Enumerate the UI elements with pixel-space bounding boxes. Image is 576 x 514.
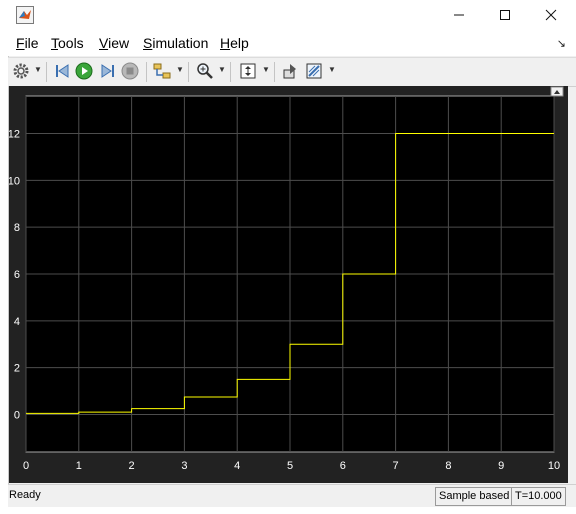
y-tick-label: 12 [9,128,20,140]
autoscale-icon[interactable] [238,61,258,81]
y-tick-label: 2 [14,363,20,375]
toolbar: ▼ ▼ ▼ ▼ ▼ [8,57,576,87]
step-forward-icon[interactable] [98,61,118,81]
y-tick-label: 10 [9,175,20,187]
x-tick-label: 10 [548,460,560,472]
toolbar-separator [46,62,47,82]
y-tick-label: 0 [14,410,20,422]
stop-icon[interactable] [120,61,140,81]
run-icon[interactable] [74,61,94,81]
x-tick-label: 3 [181,460,187,472]
gear-dropdown-icon[interactable]: ▼ [34,65,42,74]
simulation-time-indicator: T=10.000 [511,487,566,506]
toolbar-separator [230,62,231,82]
signal-select-dropdown-icon[interactable]: ▼ [176,65,184,74]
gear-icon[interactable] [11,61,31,81]
x-tick-label: 7 [393,460,399,472]
signal-select-icon[interactable] [152,61,172,81]
y-tick-label: 8 [14,222,20,234]
sample-mode-indicator: Sample based [435,487,514,506]
toolbar-separator [188,62,189,82]
x-tick-label: 1 [76,460,82,472]
status-ready-text: Ready [9,489,41,501]
menu-tools[interactable]: Tools [51,35,84,51]
close-button[interactable] [528,0,574,30]
style-icon[interactable] [304,61,324,81]
minimize-button[interactable] [436,0,482,30]
x-tick-label: 2 [129,460,135,472]
zoom-icon[interactable] [195,61,215,81]
title-bar [8,0,576,31]
autoscale-dropdown-icon[interactable]: ▼ [262,65,270,74]
menu-bar: File Tools View Simulation Help ↘ [8,31,576,56]
scope-window: File Tools View Simulation Help ↘ ▼ ▼ ▼ … [0,0,576,514]
step-back-icon[interactable] [52,61,72,81]
toolbar-separator [274,62,275,82]
menu-simulation[interactable]: Simulation [143,35,208,51]
undock-arrow-icon[interactable]: ↘ [557,37,566,50]
x-tick-label: 4 [234,460,240,472]
maximize-button[interactable] [482,0,528,30]
y-tick-label: 6 [14,269,20,281]
maximize-icon [500,10,510,20]
menu-help[interactable]: Help [220,35,249,51]
scope-display[interactable]: 0 1 2 3 4 5 6 7 8 9 10 0 2 4 6 8 10 12 [9,86,568,483]
scope-plot: 0 1 2 3 4 5 6 7 8 9 10024681012 [9,86,564,472]
x-tick-label: 9 [498,460,504,472]
x-tick-label: 6 [340,460,346,472]
matlab-logo-icon [16,6,34,24]
undock-axes-icon[interactable] [550,86,564,97]
highlight-block-icon[interactable] [280,61,300,81]
y-tick-label: 4 [14,316,20,328]
status-bar: Ready Sample based T=10.000 [8,484,576,507]
x-tick-label: 8 [445,460,451,472]
zoom-dropdown-icon[interactable]: ▼ [218,65,226,74]
close-icon [545,9,557,21]
menu-file[interactable]: File [16,35,39,51]
x-tick-label: 5 [287,460,293,472]
minimize-icon [454,14,464,16]
window-bottom-edge [0,507,576,514]
style-dropdown-icon[interactable]: ▼ [328,65,336,74]
menu-view[interactable]: View [99,35,129,51]
x-tick-label: 0 [23,460,29,472]
toolbar-separator [146,62,147,82]
